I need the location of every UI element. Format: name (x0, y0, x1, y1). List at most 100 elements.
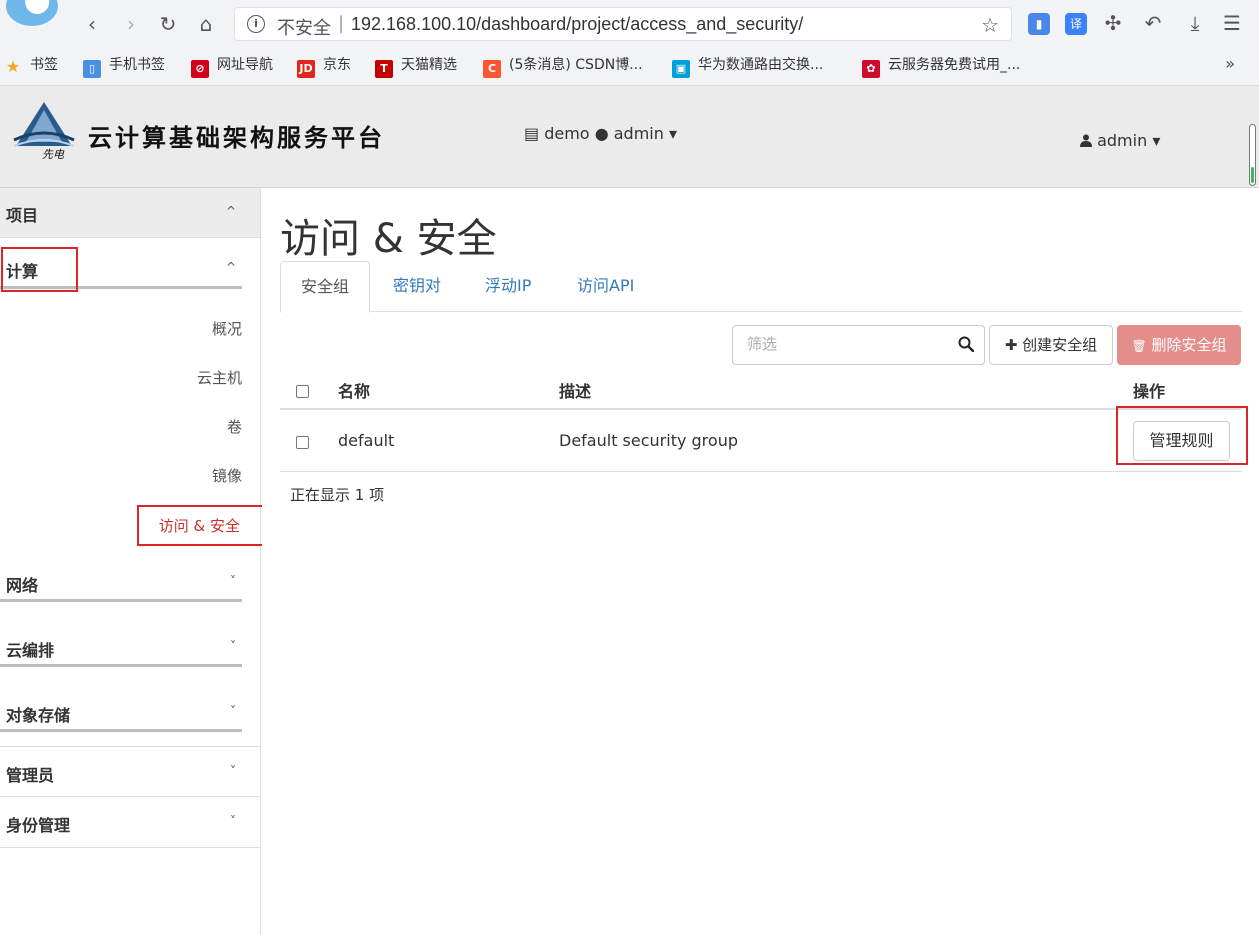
reload-icon[interactable]: ↻ (156, 12, 180, 36)
undo-icon[interactable]: ↶ (1141, 11, 1165, 35)
row-checkbox[interactable] (296, 436, 309, 449)
chevron-down-icon: ˅ (230, 764, 236, 778)
bookmark-item[interactable]: ▯ 手机书签 (83, 54, 165, 78)
highlight-box (137, 505, 278, 546)
puzzle-icon[interactable]: ✣ (1101, 11, 1125, 35)
bookmark-item[interactable]: ⊘ 网址导航 (191, 54, 273, 78)
huawei-icon: ✿ (862, 60, 880, 78)
bookmarks-more-icon[interactable]: » (1225, 54, 1235, 73)
user-icon (1080, 134, 1092, 147)
create-security-group-button[interactable]: ✚ 创建安全组 (989, 325, 1113, 365)
bookmark-item[interactable]: T 天猫精选 (375, 54, 457, 78)
app-header: 先电 云计算基础架构服务平台 ▤ demo ● admin ▾ admin ▾ (0, 86, 1259, 188)
plus-icon: ✚ (1004, 336, 1018, 354)
sidebar-group-label: 项目 (6, 206, 39, 225)
svg-text:先电: 先电 (42, 148, 65, 160)
filter-input[interactable] (747, 335, 937, 353)
browser-logo-icon (6, 0, 58, 26)
project-selector[interactable]: ▤ demo ● admin ▾ (524, 124, 677, 143)
bookmark-item[interactable]: C (5条消息) CSDN博... (483, 54, 643, 78)
sidebar-item-volumes[interactable]: 卷 (227, 416, 242, 437)
divider (0, 729, 242, 732)
highlight-box (1116, 406, 1248, 465)
delete-security-group-button[interactable]: 🗑 删除安全组 (1117, 325, 1241, 365)
sidebar-group-network[interactable]: 网络 ˅ (0, 558, 260, 604)
main-content: 访问 & 安全 安全组 密钥对 浮动IP 访问API ✚ 创建安全组 🗑 删除安… (262, 188, 1259, 935)
sidebar-group-project[interactable]: 项目 ^ (0, 188, 260, 238)
home-icon[interactable]: ⌂ (194, 12, 218, 36)
star-icon: ★ (5, 57, 21, 76)
select-all-checkbox[interactable] (296, 385, 309, 398)
table-row: default Default security group 管理规则 (280, 410, 1242, 472)
dot-separator: ● (594, 124, 609, 143)
delete-button-label: 删除安全组 (1151, 336, 1227, 354)
tab-api-access[interactable]: 访问API (557, 261, 654, 312)
sidebar: 项目 ^ 计算 ^ 概况 云主机 卷 镜像 访问 & 安全 网络 ˅ 云编排 ˅… (0, 188, 278, 935)
search-icon[interactable] (958, 336, 974, 352)
column-header-name[interactable]: 名称 (338, 378, 370, 402)
bilibili-icon: ▣ (672, 60, 690, 78)
sidebar-group-label: 管理员 (6, 766, 55, 785)
sidebar-group-label: 对象存储 (6, 706, 71, 725)
scrollbar[interactable] (1249, 124, 1256, 186)
caret-down-icon: ▾ (1152, 131, 1161, 150)
page-title: 访问 & 安全 (280, 216, 497, 262)
translate-icon[interactable]: 译 (1065, 13, 1087, 35)
bookmark-item[interactable]: ▣ 华为数通路由交换... (672, 54, 823, 78)
download-icon[interactable]: ⤓ (1183, 11, 1207, 35)
app-title: 云计算基础架构服务平台 (88, 123, 385, 152)
jd-icon: JD (297, 60, 315, 78)
sidebar-item-images[interactable]: 镜像 (212, 465, 242, 486)
chevron-down-icon: ˅ (230, 814, 236, 828)
sidebar-item-overview[interactable]: 概况 (212, 318, 242, 339)
extension-icon[interactable]: ▮ (1028, 13, 1050, 35)
tmall-icon: T (375, 60, 393, 78)
menu-icon[interactable]: ☰ (1220, 11, 1244, 35)
filter-field[interactable] (732, 325, 985, 365)
back-icon[interactable]: ‹ (80, 12, 104, 36)
tab-key-pairs[interactable]: 密钥对 (373, 261, 461, 312)
chevron-down-icon: ˅ (230, 639, 236, 653)
bookmark-star-icon[interactable]: ☆ (981, 13, 999, 37)
sidebar-group-identity[interactable]: 身份管理 ˅ (0, 797, 260, 848)
logo-icon: 先电 (13, 102, 75, 160)
column-header-description[interactable]: 描述 (559, 378, 591, 402)
sidebar-group-label: 云编排 (6, 641, 55, 660)
url-text[interactable]: 192.168.100.10/dashboard/project/access_… (351, 14, 803, 35)
sidebar-group-label: 身份管理 (6, 816, 71, 835)
sidebar-item-instances[interactable]: 云主机 (197, 367, 242, 388)
divider (0, 599, 242, 602)
csdn-icon: C (483, 60, 501, 78)
sidebar-group-object-storage[interactable]: 对象存储 ˅ (0, 688, 260, 734)
item-count: 正在显示 1 项 (290, 486, 385, 504)
project-icon: ▤ (524, 124, 540, 143)
cell-name: default (338, 431, 395, 450)
phone-icon: ▯ (83, 60, 101, 78)
create-button-label: 创建安全组 (1022, 336, 1098, 354)
user-menu[interactable]: admin ▾ (1080, 131, 1160, 150)
divider (0, 664, 242, 667)
chevron-down-icon: ˅ (230, 574, 236, 588)
sidebar-group-orchestration[interactable]: 云编排 ˅ (0, 623, 260, 669)
table-header-row: 名称 描述 操作 (280, 368, 1242, 410)
browser-toolbar: ‹ › ↻ ⌂ i 不安全 | 192.168.100.10/dashboard… (0, 0, 1259, 86)
bookmark-item[interactable]: JD 京东 (297, 54, 351, 78)
project-name: demo (544, 124, 590, 143)
address-bar[interactable]: i 不安全 | 192.168.100.10/dashboard/project… (234, 7, 1012, 41)
user-name: admin (1097, 131, 1148, 150)
insecure-label[interactable]: 不安全 (277, 14, 331, 40)
forward-icon[interactable]: › (119, 12, 143, 36)
bookmark-item[interactable]: ✿ 云服务器免费试用_... (862, 54, 1020, 78)
highlight-box (1, 247, 78, 292)
cell-description: Default security group (559, 431, 738, 450)
bookmark-item[interactable]: ★ 书签 (4, 54, 58, 76)
tab-floating-ips[interactable]: 浮动IP (465, 261, 551, 312)
bookmarks-bar: ★ 书签 ▯ 手机书签 ⊘ 网址导航 JD 京东 T 天猫精选 C (5条消息) CSDN博… (0, 50, 1259, 80)
url-separator: | (338, 13, 345, 34)
tab-security-groups[interactable]: 安全组 (280, 261, 371, 313)
info-icon[interactable]: i (247, 15, 265, 33)
column-header-actions: 操作 (1133, 382, 1166, 401)
sidebar-group-admin[interactable]: 管理员 ˅ (0, 746, 260, 797)
sidebar-group-label: 网络 (6, 576, 39, 595)
chevron-down-icon: ˅ (230, 704, 236, 718)
